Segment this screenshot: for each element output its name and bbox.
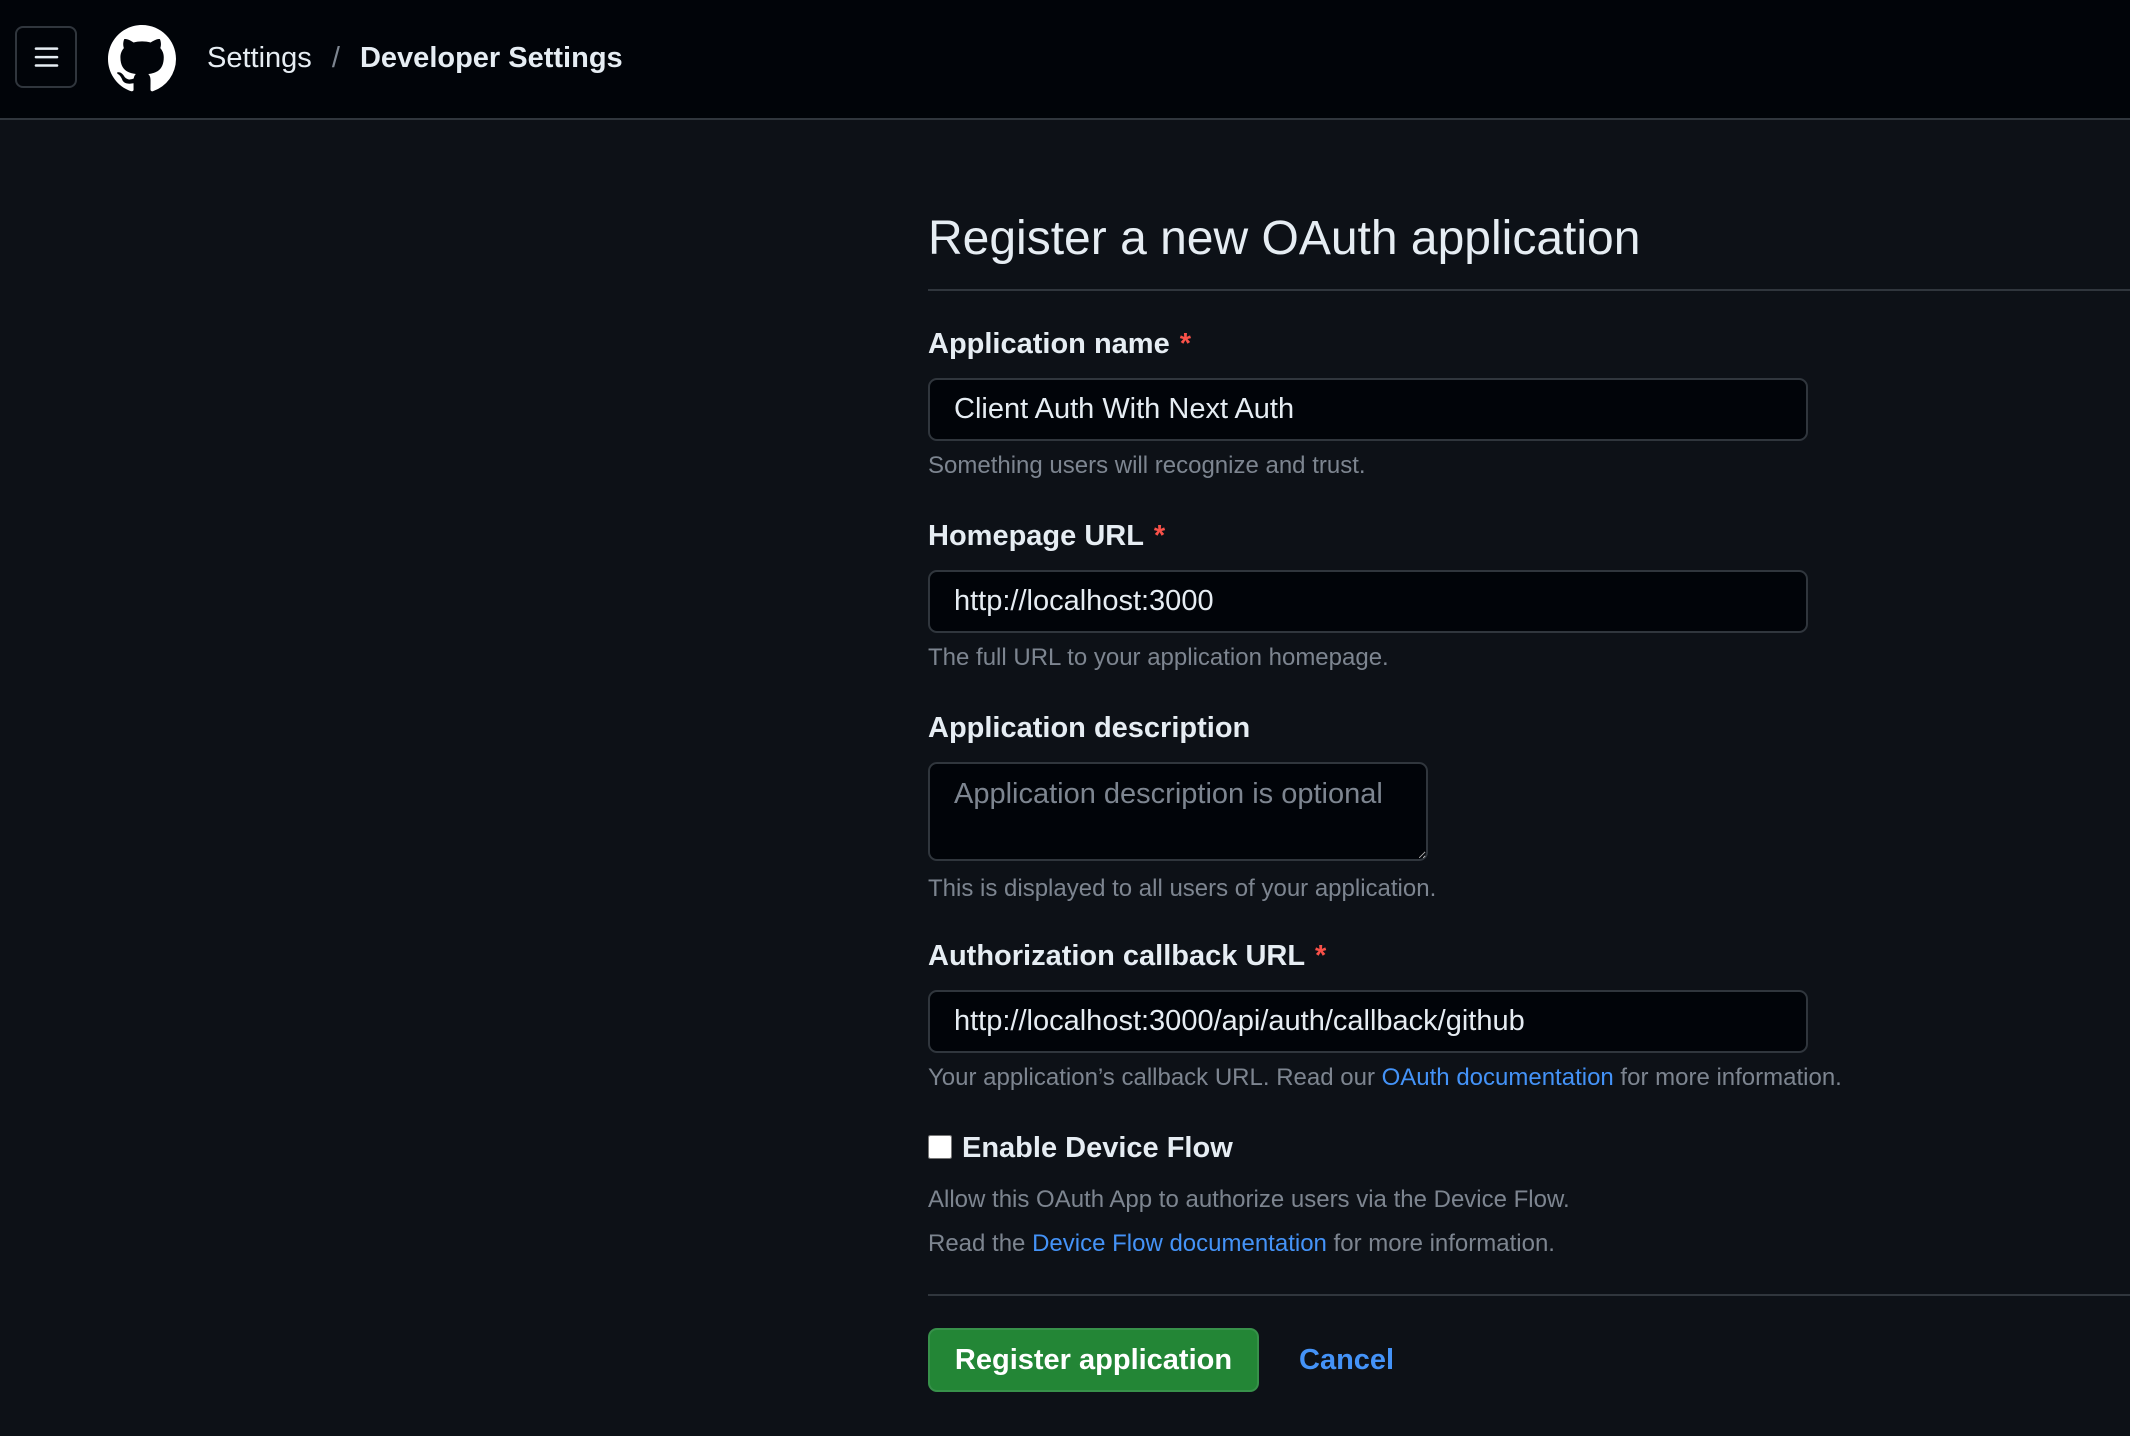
device-flow-docs-help: Read the Device Flow documentation for m…	[928, 1227, 1555, 1261]
device-flow-docs-prefix: Read the	[928, 1230, 1033, 1257]
oauth-documentation-link[interactable]: OAuth documentation	[1382, 1064, 1614, 1091]
description-help: This is displayed to all users of your a…	[928, 875, 1437, 902]
enable-device-flow-label[interactable]: Enable Device Flow	[962, 1128, 1233, 1168]
device-flow-docs-suffix: for more information.	[1326, 1230, 1555, 1257]
homepage-url-label-text: Homepage URL	[928, 520, 1144, 552]
device-flow-documentation-link[interactable]: Device Flow documentation	[1032, 1230, 1327, 1257]
homepage-url-label: Homepage URL *	[928, 516, 1165, 556]
homepage-url-help: The full URL to your application homepag…	[928, 644, 1389, 671]
required-marker: *	[1315, 940, 1327, 972]
required-marker: *	[1153, 520, 1166, 552]
github-logo-icon[interactable]	[108, 25, 176, 93]
page: Settings / Developer Settings Register a…	[0, 0, 2130, 1436]
required-marker: *	[1179, 328, 1191, 360]
top-header: Settings / Developer Settings	[0, 0, 2130, 120]
device-flow-help: Allow this OAuth App to authorize users …	[928, 1186, 1570, 1213]
breadcrumb-current-page: Developer Settings	[359, 42, 623, 74]
menu-button[interactable]	[15, 26, 77, 88]
breadcrumb: Settings / Developer Settings	[207, 38, 623, 78]
title-divider	[928, 289, 2130, 291]
callback-url-help-suffix: for more information.	[1613, 1064, 1842, 1091]
cancel-button[interactable]: Cancel	[1299, 1340, 1394, 1380]
oauth-app-form: Register a new OAuth application Applica…	[928, 200, 2130, 1392]
callback-url-input[interactable]	[928, 990, 1808, 1053]
app-name-help: Something users will recognize and trust…	[928, 452, 1366, 479]
enable-device-flow-checkbox[interactable]	[928, 1135, 952, 1159]
hamburger-icon	[34, 47, 59, 67]
register-application-button[interactable]: Register application	[928, 1328, 1259, 1392]
homepage-url-input[interactable]	[928, 570, 1808, 633]
breadcrumb-separator: /	[331, 42, 340, 74]
page-title: Register a new OAuth application	[928, 212, 1641, 265]
description-label: Application description	[928, 712, 1251, 744]
callback-url-label-text: Authorization callback URL	[928, 940, 1306, 972]
callback-url-help: Your application’s callback URL. Read ou…	[928, 1061, 1842, 1095]
app-name-input[interactable]	[928, 378, 1808, 441]
description-textarea[interactable]	[928, 762, 1428, 861]
form-divider	[928, 1294, 2130, 1296]
callback-url-help-text: Your application’s callback URL. Read ou…	[928, 1064, 1382, 1091]
callback-url-label: Authorization callback URL *	[928, 936, 1326, 976]
app-name-label: Application name *	[928, 324, 1191, 364]
app-name-label-text: Application name	[928, 328, 1170, 360]
breadcrumb-settings-link[interactable]: Settings	[207, 42, 312, 74]
